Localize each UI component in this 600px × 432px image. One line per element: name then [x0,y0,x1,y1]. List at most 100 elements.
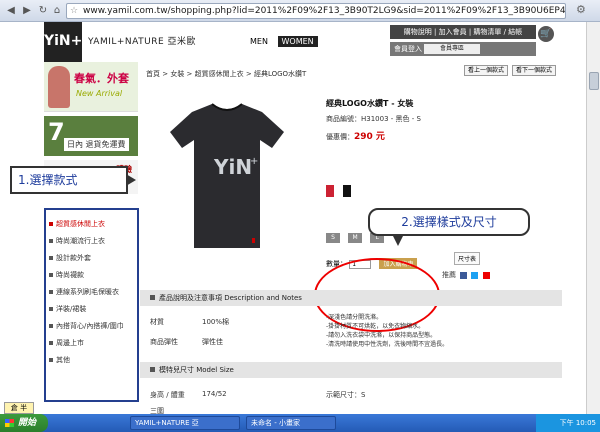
sidebar: 春氣．外套 New Arrival 7 日內 退貨免運費 體驗 1.選擇款式 超… [10,62,140,414]
bullet-icon [49,307,53,311]
category-label: 連線系列刷毛保暖衣 [56,288,119,296]
home-icon[interactable]: ⌂ [50,4,64,18]
model-header: 模特兒尺寸 Model Size [159,366,234,374]
callout-text: 1.選擇款式 [18,173,78,187]
bullet-icon [49,273,53,277]
list-item[interactable]: 內搭背心/內搭褲/圍巾 [46,318,137,335]
care-note: -掛掛材質不可烘乾，以免衣物縮水。 [326,323,425,330]
taskbar: 開始 YAMIL+NATURE 亞 未命名 - 小畫家 下午 10:05 [0,414,600,432]
category-label: 時尚襪款 [56,271,84,279]
list-item[interactable]: 時尚襪款 [46,267,137,284]
bullet-icon [49,358,53,362]
category-label: 內搭背心/內搭褲/圍巾 [56,322,124,330]
material-label: 材質 [150,318,164,326]
svg-text:YiN: YiN [213,155,252,179]
list-item[interactable]: 周邊上市 [46,335,137,352]
model-section-header: 模特兒尺寸 Model Size [140,362,562,378]
address-bar[interactable]: ☆ www.yamil.com.tw/shopping.php?lid=2011… [66,3,566,19]
svg-text:+: + [250,156,258,167]
product-title: 經典LOGO水鑽T - 女裝 [326,99,414,108]
category-list: 超質感休閒上衣 時尚潮流行上衣 設計款外套 時尚襪款 連線系列刷毛保暖衣 洋裝/… [44,208,139,402]
product-nav: 看上一個款式 看下一個款式 [462,65,556,76]
url-text: www.yamil.com.tw/shopping.php?lid=2011%2… [83,6,566,16]
product-code: 商品編號：H31003 - 黑色 - S [326,115,421,123]
model-height-label: 身高 / 體重 [150,391,185,399]
back-icon[interactable]: ◀ [4,4,18,18]
callout-select-style: 1.選擇款式 [10,166,136,194]
forward-icon[interactable]: ▶ [20,4,34,18]
product-image: YiN + [170,103,284,248]
size-m-button[interactable]: M [348,233,363,243]
system-tray: 下午 10:05 [536,414,600,432]
bullet-icon [49,222,53,226]
size-s-button[interactable]: S [326,233,340,243]
twitter-icon[interactable] [471,271,479,279]
vertical-scrollbar[interactable] [586,22,600,414]
cart-icon[interactable]: 🛒 [538,26,554,42]
brand-name[interactable]: YAMIL+NATURE 亞米歐 [88,34,196,47]
prev-style-button[interactable]: 看上一個款式 [464,65,509,76]
color-swatches [326,182,355,201]
gender-tabs: MEN WOMEN [246,36,321,47]
share-row: 推薦 [442,270,490,280]
model-figure-icon [48,66,70,108]
callout-select-size: 2.選擇樣式及尺寸 [368,208,530,246]
category-label: 周邊上市 [56,339,84,347]
banner-spring-coat[interactable]: 春氣．外套 New Arrival [44,62,138,112]
callout-arrow [126,174,136,186]
banner-subtitle: New Arrival [76,89,123,98]
list-item[interactable]: 時尚潮流行上衣 [46,233,137,250]
care-notes: -深淺色請分開洗滌。 -掛掛材質不可烘乾，以免衣物縮水。 -請勿入洗衣袋中洗滌，… [326,313,448,349]
top-links: 購物說明 | 加入會員 | 購物清單 / 結帳 會員登入 會員專區 🛒 [390,22,554,60]
list-item[interactable]: 超質感休閒上衣 [46,216,137,233]
clock[interactable]: 下午 10:05 [560,419,596,427]
start-label: 開始 [18,418,37,428]
size-chart-button[interactable]: 尺寸表 [454,252,481,265]
share-label: 推薦 [442,271,456,279]
price-label: 優惠價： [326,133,354,141]
banner-text: 日內 退貨免運費 [64,138,129,151]
reload-icon[interactable]: ↻ [36,4,50,18]
model-size-label: 示範尺寸：S [326,391,366,399]
elastic-value: 彈性佳 [202,338,223,346]
site-header: YiN+ YAMIL+NATURE 亞米歐 MEN WOMEN 購物說明 | 加… [44,22,556,62]
next-style-button[interactable]: 看下一個款式 [511,65,556,76]
section-icon [150,295,155,300]
category-label: 超質感休閒上衣 [56,220,105,228]
member-login-link[interactable]: 會員登入 [390,45,422,53]
tab-women[interactable]: WOMEN [277,36,318,47]
bullet-icon [49,324,53,328]
star-icon[interactable]: ☆ [70,4,78,18]
screen: ◀ ▶ ↻ ⌂ ☆ www.yamil.com.tw/shopping.php?… [0,0,600,432]
bullet-icon [49,290,53,294]
notes-section-header: 產品說明及注意事項 Description and Notes [140,290,562,306]
section-icon [150,367,155,372]
facebook-icon[interactable] [460,271,468,279]
chest-label: 三圍 [150,407,164,414]
tab-men[interactable]: MEN [246,36,272,47]
browser-toolbar: ◀ ▶ ↻ ⌂ ☆ www.yamil.com.tw/shopping.php?… [0,0,600,22]
list-item[interactable]: 其他 [46,352,137,369]
wrench-icon[interactable]: ⚙ [576,3,590,17]
taskbar-item-browser[interactable]: YAMIL+NATURE 亞 [130,416,240,430]
top-links-bar[interactable]: 購物說明 | 加入會員 | 購物清單 / 結帳 [390,25,536,39]
ime-indicator[interactable]: 倉 半 [4,402,34,414]
member-zone-link[interactable]: 會員專區 [424,44,480,54]
callout-arrow [392,234,404,246]
bullet-icon [49,256,53,260]
taskbar-item-paint[interactable]: 未命名 - 小畫家 [246,416,336,430]
swatch-black[interactable] [343,185,352,197]
banner-return-policy[interactable]: 7 日內 退貨免運費 [44,116,138,156]
category-label: 其他 [56,356,70,364]
logo[interactable]: YiN+ [44,22,82,62]
swatch-red[interactable] [326,185,334,197]
scrollbar-thumb[interactable] [589,72,599,90]
list-item[interactable]: 設計款外套 [46,250,137,267]
breadcrumb[interactable]: 首頁 > 女裝 > 超質感休閒上衣 > 經典LOGO水鑽T [146,69,306,79]
callout-text: 2.選擇樣式及尺寸 [401,215,497,229]
banner-title: 春氣．外套 [74,72,129,85]
plurk-icon[interactable] [482,271,490,279]
start-button[interactable]: 開始 [0,414,48,432]
list-item[interactable]: 連線系列刷毛保暖衣 [46,284,137,301]
list-item[interactable]: 洋裝/裙裝 [46,301,137,318]
